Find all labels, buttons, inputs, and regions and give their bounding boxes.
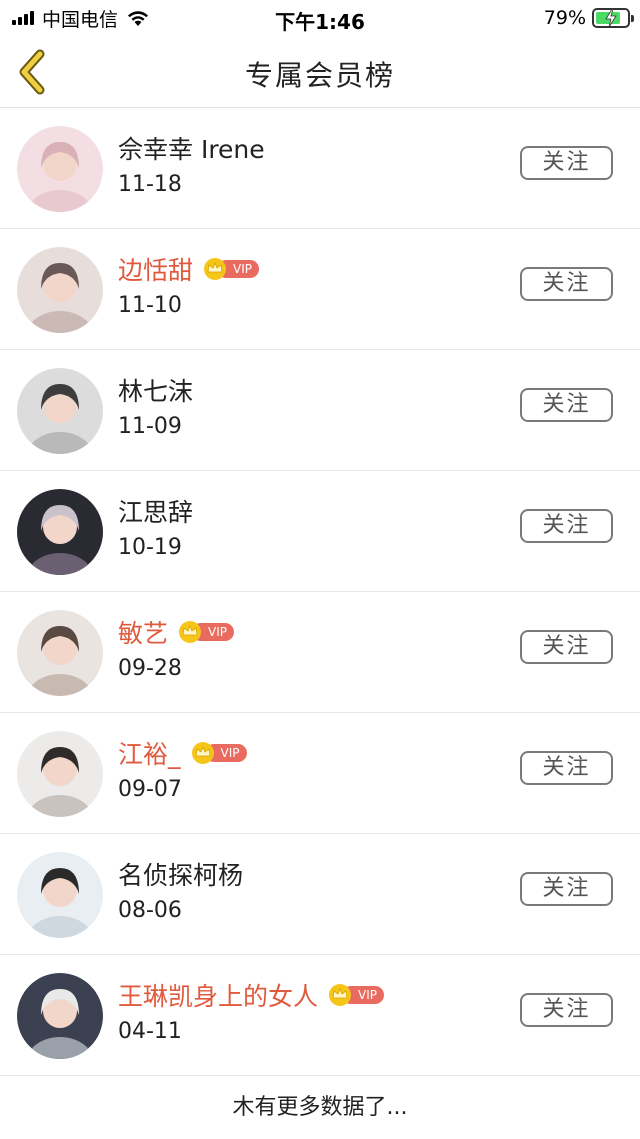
member-date: 11-09 bbox=[118, 414, 182, 439]
avatar-photo bbox=[17, 610, 103, 696]
member-date: 10-19 bbox=[118, 535, 182, 560]
member-name: 名侦探柯杨 bbox=[118, 861, 244, 890]
name-line: 边恬甜 VIP bbox=[118, 251, 261, 287]
list-item[interactable]: 佘幸幸 Irene 11-18 关注 bbox=[0, 108, 640, 229]
follow-button[interactable]: 关注 bbox=[520, 993, 613, 1027]
avatar[interactable] bbox=[17, 489, 103, 575]
list-item[interactable]: 江思辞 10-19 关注 bbox=[0, 471, 640, 592]
avatar[interactable] bbox=[17, 852, 103, 938]
member-name: 佘幸幸 Irene bbox=[118, 135, 265, 164]
avatar-photo bbox=[17, 852, 103, 938]
battery-icon bbox=[592, 8, 634, 28]
member-date: 09-28 bbox=[118, 656, 182, 681]
member-list: 佘幸幸 Irene 11-18 关注 边恬甜 VIP 11-10 关注 林七沫 … bbox=[0, 108, 640, 1076]
vip-badge: VIP bbox=[178, 620, 236, 644]
battery-percent: 79% bbox=[543, 7, 586, 29]
vip-badge: VIP bbox=[203, 257, 261, 281]
name-line: 敏艺 VIP bbox=[118, 614, 236, 650]
end-of-list-text: 木有更多数据了... bbox=[232, 1095, 408, 1120]
avatar[interactable] bbox=[17, 368, 103, 454]
member-date: 11-10 bbox=[118, 293, 182, 318]
member-date: 08-06 bbox=[118, 898, 182, 923]
member-name: 江裕_ bbox=[118, 740, 181, 769]
follow-button[interactable]: 关注 bbox=[520, 146, 613, 180]
member-name: 王琳凯身上的女人 bbox=[118, 982, 319, 1011]
list-item[interactable]: 敏艺 VIP 09-28 关注 bbox=[0, 592, 640, 713]
name-line: 林七沫 bbox=[118, 372, 193, 408]
follow-button[interactable]: 关注 bbox=[520, 872, 613, 906]
follow-button[interactable]: 关注 bbox=[520, 267, 613, 301]
crown-icon bbox=[179, 621, 202, 643]
avatar[interactable] bbox=[17, 973, 103, 1059]
vip-badge: VIP bbox=[328, 983, 386, 1007]
status-bar: 中国电信 下午1:46 79% bbox=[0, 0, 640, 36]
avatar-photo bbox=[17, 247, 103, 333]
list-item[interactable]: 名侦探柯杨 08-06 关注 bbox=[0, 834, 640, 955]
vip-badge: VIP bbox=[191, 741, 249, 765]
name-line: 江思辞 bbox=[118, 493, 193, 529]
charging-bolt-icon bbox=[605, 9, 617, 27]
nav-bar: 专属会员榜 bbox=[0, 36, 640, 108]
member-name: 江思辞 bbox=[118, 498, 194, 527]
list-item[interactable]: 王琳凯身上的女人 VIP 04-11 关注 bbox=[0, 955, 640, 1076]
name-line: 江裕_ VIP bbox=[118, 735, 249, 771]
avatar[interactable] bbox=[17, 610, 103, 696]
avatar[interactable] bbox=[17, 126, 103, 212]
name-line: 王琳凯身上的女人 VIP bbox=[118, 977, 386, 1013]
member-date: 09-07 bbox=[118, 777, 182, 802]
follow-button[interactable]: 关注 bbox=[520, 630, 613, 664]
member-name: 敏艺 bbox=[118, 619, 169, 648]
list-item[interactable]: 边恬甜 VIP 11-10 关注 bbox=[0, 229, 640, 350]
list-item[interactable]: 林七沫 11-09 关注 bbox=[0, 350, 640, 471]
member-date: 04-11 bbox=[118, 1019, 182, 1044]
name-line: 名侦探柯杨 bbox=[118, 856, 243, 892]
member-name: 边恬甜 bbox=[118, 256, 194, 285]
crown-icon bbox=[329, 984, 352, 1006]
avatar-photo bbox=[17, 973, 103, 1059]
member-name: 林七沫 bbox=[118, 377, 194, 406]
follow-button[interactable]: 关注 bbox=[520, 388, 613, 422]
follow-button[interactable]: 关注 bbox=[520, 509, 613, 543]
follow-button[interactable]: 关注 bbox=[520, 751, 613, 785]
status-right: 79% bbox=[543, 6, 634, 30]
name-line: 佘幸幸 Irene bbox=[118, 130, 265, 166]
avatar[interactable] bbox=[17, 731, 103, 817]
crown-icon bbox=[204, 258, 227, 280]
member-date: 11-18 bbox=[118, 172, 182, 197]
avatar[interactable] bbox=[17, 247, 103, 333]
page-title: 专属会员榜 bbox=[244, 59, 395, 92]
list-item[interactable]: 江裕_ VIP 09-07 关注 bbox=[0, 713, 640, 834]
avatar-photo bbox=[17, 731, 103, 817]
avatar-photo bbox=[17, 126, 103, 212]
crown-icon bbox=[191, 742, 214, 764]
avatar-photo bbox=[17, 368, 103, 454]
avatar-photo bbox=[17, 489, 103, 575]
